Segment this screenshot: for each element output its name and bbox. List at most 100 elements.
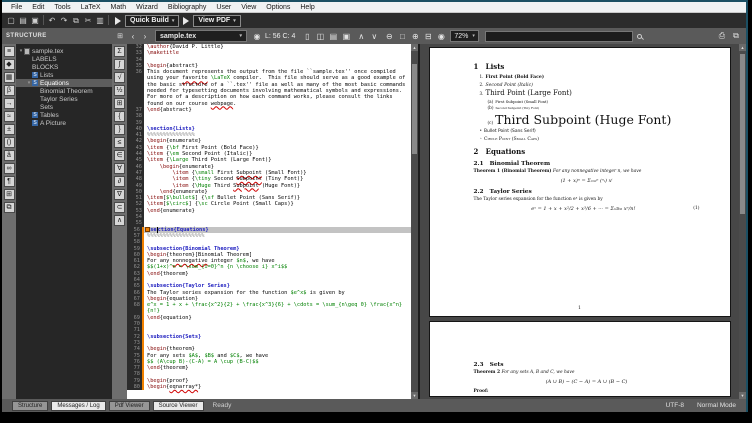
panel-tab-source-viewer[interactable]: Source Viewer [153,401,204,411]
print-icon[interactable]: ⎙ [716,31,728,41]
tree-item-a-picture[interactable]: SA Picture [16,119,112,127]
pdf-page-2[interactable]: 2.3 Sets Theorem 2 For any sets A, B and… [429,321,731,397]
undo-icon[interactable]: ↶ [46,15,58,27]
menu-help[interactable]: Help [295,4,319,11]
cut-icon[interactable]: ✂ [82,15,94,27]
editor-mode-indicator[interactable]: Normal Mode [697,402,736,409]
scroll-up-icon[interactable]: ▲ [739,44,746,51]
two-page-view-icon[interactable]: ◫ [314,32,326,41]
element-of-icon[interactable]: ∈ [114,150,125,161]
left-brace-icon[interactable]: { [114,111,125,122]
tree-item-lists[interactable]: SLists [16,71,112,79]
clipboard-icon[interactable]: ⧉ [4,202,15,213]
code-text[interactable]: e^x = 1 + x + \frac{x^2}{2} + \frac{x^3}… [144,302,411,315]
misc-math-icon[interactable]: ∞ [4,163,15,174]
back-icon[interactable]: ‹ [127,32,139,41]
arrows-icon[interactable]: → [4,98,15,109]
menu-latex[interactable]: LaTeX [76,4,106,11]
tree-item-labels[interactable]: LABELS [16,55,112,63]
sum-icon[interactable]: Σ [114,46,125,57]
subset-icon[interactable]: ⊂ [114,202,125,213]
search-icon[interactable] [637,34,642,39]
symbol-grid-icon[interactable]: ▦ [4,72,15,83]
copy-icon[interactable]: ⧉ [70,15,82,27]
panel-tab-structure[interactable]: Structure [12,401,48,411]
tree-item-taylor-series[interactable]: Taylor Series [16,95,112,103]
components-icon[interactable]: ⊞ [4,189,15,200]
partial-icon[interactable]: ∂ [114,176,125,187]
editor-vertical-scrollbar[interactable]: ▲ ▼ [411,44,418,399]
code-line[interactable]: 36This document represents the output fr… [127,69,411,107]
menu-user[interactable]: User [211,4,236,11]
scroll-down-icon[interactable]: ▼ [411,392,418,399]
zoom-in-icon[interactable]: ⊕ [409,32,421,41]
magnifying-glass-icon[interactable]: ◉ [435,32,447,41]
tree-item-equations[interactable]: ▾SEquations [16,79,112,87]
code-text[interactable]: \begin{eqnarray*} [144,384,411,390]
forall-icon[interactable]: ∀ [114,163,125,174]
scrollbar-thumb[interactable] [740,54,745,214]
wedge-icon[interactable]: ∧ [114,215,125,226]
previous-page-icon[interactable]: ∧ [355,32,367,41]
menu-edit[interactable]: Edit [27,4,49,11]
misc-text-icon[interactable]: ¶ [4,176,15,187]
pdf-page-1[interactable]: 1 Lists 1.First Point (Bold Face)2.Secon… [429,47,731,317]
menu-tools[interactable]: Tools [49,4,75,11]
editor-code-area[interactable]: 32\author{David P. Little}33\maketitle34… [127,44,411,399]
right-brace-icon[interactable]: } [114,124,125,135]
redo-icon[interactable]: ↷ [58,15,70,27]
relations-icon[interactable]: ≈ [4,111,15,122]
delimiters-icon[interactable]: () [4,137,15,148]
structure-icon[interactable]: ≡ [4,46,15,57]
root-icon[interactable]: √ [114,72,125,83]
encoding-indicator[interactable]: UTF-8 [666,402,684,409]
cursor-follow-icon[interactable]: ◉ [251,32,263,41]
tree-item-binomial-theorem[interactable]: Binomial Theorem [16,87,112,95]
run-view-pdf-icon[interactable] [183,17,189,25]
menu-options[interactable]: Options [261,4,295,11]
nabla-icon[interactable]: ∇ [114,189,125,200]
open-file-selector[interactable]: sample.tex ▾ [155,30,247,42]
accents-icon[interactable]: â [4,150,15,161]
run-quick-build-icon[interactable] [115,17,121,25]
scrollbar-thumb[interactable] [412,64,417,154]
whole-page-icon[interactable]: □ [396,32,408,41]
structure-options-icon[interactable]: ⊞ [117,32,123,40]
bookmarks-icon[interactable]: ◆ [4,59,15,70]
source-editor[interactable]: 32\author{David P. Little}33\maketitle34… [127,44,418,399]
code-line[interactable]: 68e^x = 1 + x + \frac{x^2}{2} + \frac{x^… [127,302,411,315]
menu-bibliography[interactable]: Bibliography [163,4,212,11]
integral-icon[interactable]: ∫ [114,59,125,70]
greek-letters-icon[interactable]: β [4,85,15,96]
code-line[interactable]: 80\begin{eqnarray*} [127,384,411,390]
panel-tab-pdf-viewer[interactable]: Pdf Viewer [109,401,150,411]
line-number[interactable]: 80 [127,384,144,390]
leq-icon[interactable]: ≤ [114,137,125,148]
quick-build-dropdown[interactable]: Quick Build ▾ [125,15,179,27]
next-page-icon[interactable]: ∨ [368,32,380,41]
presentation-icon[interactable]: ▣ [340,32,352,41]
continuous-view-icon[interactable]: ▤ [327,32,339,41]
fraction-icon[interactable]: ½ [114,85,125,96]
matrix-icon[interactable]: ⊞ [114,98,125,109]
open-file-icon[interactable]: ▤ [17,15,29,27]
fit-width-icon[interactable]: ⊟ [422,32,434,41]
save-icon[interactable]: ▣ [29,15,41,27]
tree-item-blocks[interactable]: BLOCKS [16,63,112,71]
menu-wizard[interactable]: Wizard [131,4,163,11]
zoom-level-select[interactable]: 72% ▾ [450,30,479,42]
external-viewer-icon[interactable]: ⧉ [730,31,742,41]
tree-item-sets[interactable]: Sets [16,103,112,111]
menu-file[interactable]: File [6,4,27,11]
paste-icon[interactable]: ▥ [94,15,106,27]
code-text[interactable]: This document represents the output from… [144,69,411,107]
scroll-up-icon[interactable]: ▲ [411,44,418,51]
tree-item-tables[interactable]: STables [16,111,112,119]
forward-icon[interactable]: › [139,32,151,41]
line-number[interactable]: 36 [127,69,144,107]
menu-math[interactable]: Math [106,4,132,11]
zoom-out-icon[interactable]: ⊖ [383,32,395,41]
view-pdf-dropdown[interactable]: View PDF ▾ [193,15,240,27]
bookmark-icon[interactable] [145,227,150,232]
panel-tab-messages-log[interactable]: Messages / Log [51,401,105,411]
